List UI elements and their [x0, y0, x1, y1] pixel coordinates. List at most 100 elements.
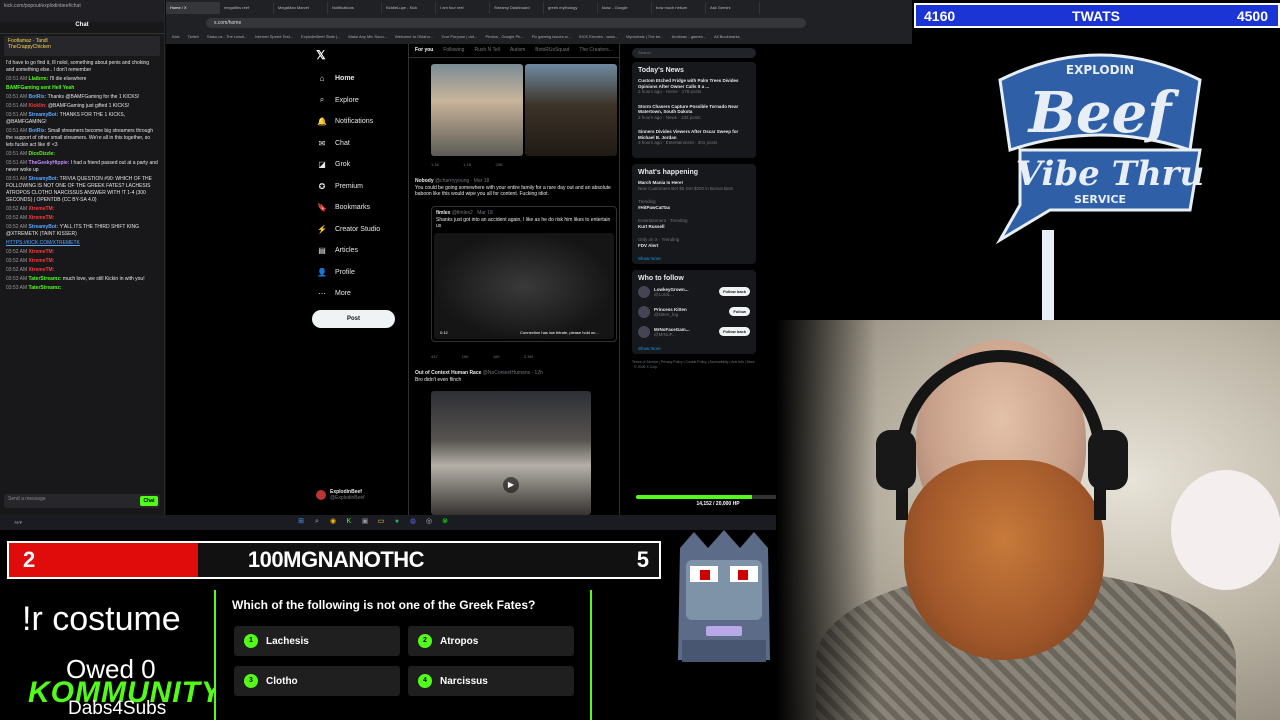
- discord-icon[interactable]: ◍: [408, 517, 418, 527]
- trend-item[interactable]: Only on X · Trending FDV Alert: [638, 237, 750, 249]
- nav-item-premium[interactable]: ✪ Premium: [311, 176, 401, 198]
- xbox-icon[interactable]: ⊗: [440, 517, 450, 527]
- account-switcher[interactable]: ExplodinBeef @ExplodinBeef: [316, 489, 365, 501]
- chat-username[interactable]: BAMFGaming sent Hell Yeah: [6, 85, 74, 91]
- bookmark-item[interactable]: Make Any Mic Soun...: [348, 34, 387, 40]
- search-input[interactable]: Search: [632, 48, 756, 58]
- follow-button[interactable]: Follow: [729, 307, 750, 316]
- nav-item-creator-studio[interactable]: ⚡ Creator Studio: [311, 219, 401, 241]
- browser-tab[interactable]: Home / X: [166, 2, 220, 14]
- chat-send-button[interactable]: Chat: [140, 496, 158, 506]
- chat-username[interactable]: TaterStreamz:: [29, 276, 62, 282]
- bookmark-item[interactable]: Photos - Google Ph...: [485, 34, 523, 40]
- tweet-action-count[interactable]: 437: [431, 354, 438, 359]
- bookmark-item[interactable]: KICK Emotes - www...: [579, 34, 618, 40]
- address-bar[interactable]: x.com/home: [206, 18, 806, 28]
- browser-tab[interactable]: megaliths reef: [220, 2, 274, 14]
- browser-tab[interactable]: Notifications: [328, 2, 382, 14]
- nav-item-chat[interactable]: ✉ Chat: [311, 133, 401, 155]
- bookmark-item[interactable]: ExplodinBeef Stats |...: [301, 34, 340, 40]
- feed-tab[interactable]: Rush N Tell: [474, 47, 499, 54]
- play-icon[interactable]: ▶: [503, 477, 519, 493]
- post-button[interactable]: Post: [312, 310, 395, 328]
- nav-item-more[interactable]: ⋯ More: [311, 283, 401, 305]
- windows-start-icon[interactable]: ⊞: [296, 517, 306, 527]
- follow-suggestion[interactable]: Princess Kitten @kitten_fog Follow: [638, 305, 750, 318]
- trend-item[interactable]: Entertainment · Trending Kurt Russell: [638, 218, 750, 230]
- browser-tab[interactable]: greek mythology: [544, 2, 598, 14]
- chat-username[interactable]: XtremeTM:: [29, 206, 55, 212]
- trivia-option-2[interactable]: 2 Atropos: [408, 626, 574, 656]
- quote-video[interactable]: 0:12 Connection has low bitrate, please …: [434, 233, 614, 339]
- chat-username[interactable]: XtremeTM:: [29, 215, 55, 221]
- tweet-action-count[interactable]: 1.1K: [463, 162, 471, 167]
- feed-tab[interactable]: For you: [415, 47, 433, 54]
- tweet2-quote[interactable]: fimlex @fimlex2 · Mar 18 Shanks just got…: [431, 206, 617, 342]
- chat-username[interactable]: DiceDizzle:: [29, 151, 55, 157]
- bookmark-item[interactable]: Welcome to Oklaho...: [395, 34, 433, 40]
- nav-item-articles[interactable]: ▤ Articles: [311, 240, 401, 262]
- bookmark-item[interactable]: Internet Speed Test...: [255, 34, 293, 40]
- chat-username[interactable]: BotRix:: [29, 94, 47, 100]
- chat-username[interactable]: BotRix:: [29, 128, 47, 134]
- chat-username[interactable]: StreamyBot:: [29, 176, 59, 182]
- tweet3[interactable]: Out of Context Human Race @NoContextHuma…: [415, 370, 615, 383]
- x-logo-icon[interactable]: 𝕏: [316, 48, 326, 62]
- chat-username[interactable]: Kicklin:: [29, 103, 47, 109]
- nav-item-bookmarks[interactable]: 🔖 Bookmarks: [311, 197, 401, 219]
- tweet2-author[interactable]: Nobody: [415, 178, 434, 184]
- chat-username[interactable]: XtremeTM:: [29, 249, 55, 255]
- tweet2[interactable]: Nobody @charrryyoung · Mar 18 You could …: [415, 178, 615, 198]
- nav-item-home[interactable]: ⌂ Home: [311, 68, 401, 90]
- bookmark-item[interactable]: Kick: [172, 34, 180, 40]
- tweet1-image-man[interactable]: [431, 64, 523, 156]
- nav-item-notifications[interactable]: 🔔 Notifications: [311, 111, 401, 133]
- browser-tab[interactable]: how much helium: [652, 2, 706, 14]
- browser-tab[interactable]: I am four reel: [436, 2, 490, 14]
- nav-item-explore[interactable]: ⌕ Explore: [311, 90, 401, 112]
- news-item[interactable]: Storm Chasers Capture Possible Tornado N…: [638, 104, 750, 121]
- trivia-option-4[interactable]: 4 Narcissus: [408, 666, 574, 696]
- follow-button[interactable]: Follow back: [719, 327, 750, 336]
- browser-tab[interactable]: Streamy Dashboard: [490, 2, 544, 14]
- follow-button[interactable]: Follow back: [719, 287, 750, 296]
- chat-username[interactable]: TheGeekyHippie:: [29, 160, 70, 166]
- chrome-icon[interactable]: ◉: [328, 517, 338, 527]
- trivia-option-1[interactable]: 1 Lachesis: [234, 626, 400, 656]
- bookmark-item[interactable]: Your Purpose | dot...: [441, 34, 477, 40]
- tweet1-media[interactable]: [431, 64, 617, 156]
- kick-icon[interactable]: K: [344, 517, 354, 527]
- browser-tab[interactable]: KiddieLupe - Kick: [382, 2, 436, 14]
- browser-tab[interactable]: kiosc - Google: [598, 2, 652, 14]
- tweet-action-count[interactable]: 10K: [462, 354, 469, 359]
- footer-links[interactable]: Terms of Service | Privacy Policy | Cook…: [632, 360, 756, 370]
- bookmark-item[interactable]: Mymortals | The be...: [626, 34, 663, 40]
- feed-tab[interactable]: The Creators...: [579, 47, 612, 54]
- chat-username[interactable]: TaterStreamz:: [29, 285, 62, 291]
- chat-link[interactable]: HTTPS://KICK.COM/XTREMETK: [6, 240, 80, 246]
- trends-show-more[interactable]: Show more: [638, 256, 750, 261]
- news-item[interactable]: Custom Etched Fridge with Palm Trees Div…: [638, 78, 750, 95]
- chat-username[interactable]: XtremeTM:: [29, 258, 55, 264]
- browser-tab[interactable]: MegaMan Marvel: [274, 2, 328, 14]
- follow-suggestion[interactable]: MrNoFaceGam... @MrNoF... Follow back: [638, 325, 750, 338]
- tweet-action-count[interactable]: 1.1K: [431, 162, 439, 167]
- news-item[interactable]: Sinners Divides Viewers After Oscar Swee…: [638, 129, 750, 146]
- feed-tab[interactable]: BotsRUsSquad: [535, 47, 569, 54]
- feed-tab[interactable]: Following: [443, 47, 464, 54]
- bookmark-item[interactable]: Andimax - games...: [672, 34, 706, 40]
- tweet-action-count[interactable]: 20K: [495, 162, 502, 167]
- nav-item-grok[interactable]: ◪ Grok: [311, 154, 401, 176]
- app-icon[interactable]: ▣: [360, 517, 370, 527]
- bookmark-item[interactable]: All Bookmarks: [714, 34, 740, 40]
- tweet1-image-buffalo[interactable]: [525, 64, 617, 156]
- bookmark-item[interactable]: Stako.us - The Leadi...: [207, 34, 247, 40]
- trend-item[interactable]: March Mania Is Here! New Customers Bet $5…: [638, 180, 750, 192]
- folder-icon[interactable]: ▭: [376, 517, 386, 527]
- tweet3-video[interactable]: ▶: [431, 391, 591, 515]
- spotify-icon[interactable]: ●: [392, 517, 402, 527]
- tweet3-author[interactable]: Out of Context Human Race: [415, 370, 481, 376]
- trend-item[interactable]: Trending #HitPawCatTax: [638, 199, 750, 211]
- browser-tab[interactable]: Ask Gemini: [706, 2, 760, 14]
- obs-icon[interactable]: ◎: [424, 517, 434, 527]
